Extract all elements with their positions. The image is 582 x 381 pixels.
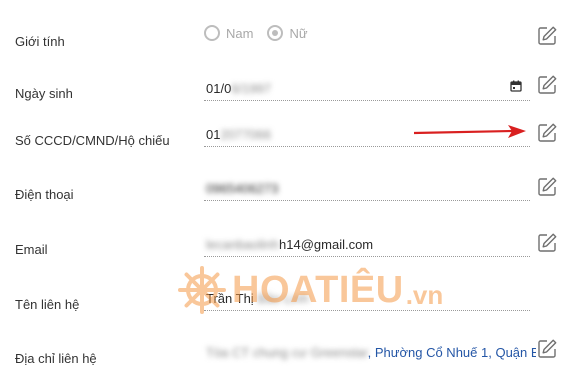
edit-icon xyxy=(538,339,557,358)
birthday-field[interactable]: 01/06/1997 xyxy=(204,78,530,101)
gender-option-male-label: Nam xyxy=(226,25,254,41)
contact-name-field[interactable]: Trần Thị Bảo Linh xyxy=(204,288,530,311)
edit-icon xyxy=(538,26,557,45)
edit-phone-button[interactable] xyxy=(536,176,558,198)
phone-value: 0965406273 xyxy=(206,181,279,196)
contact-address-field[interactable]: Tòa CT chung cư Greenstar, Phường Cổ Nhu… xyxy=(204,342,564,364)
edit-contact-address-button[interactable] xyxy=(536,338,558,360)
birthday-label: Ngày sinh xyxy=(15,86,73,101)
gender-label: Giới tính xyxy=(15,34,65,49)
gender-radio-group: Nam Nữ xyxy=(204,22,322,44)
contact-name-value: Trần Thị Bảo Linh xyxy=(206,291,309,306)
edit-id-number-button[interactable] xyxy=(536,122,558,144)
gender-option-female[interactable]: Nữ xyxy=(267,25,308,41)
contact-address-label: Địa chỉ liên hệ xyxy=(15,351,97,366)
gender-option-male[interactable]: Nam xyxy=(204,25,253,41)
edit-icon xyxy=(538,177,557,196)
contact-address-value: Tòa CT chung cư Greenstar, Phường Cổ Nhu… xyxy=(206,345,540,360)
edit-icon xyxy=(538,123,557,142)
gender-option-female-label: Nữ xyxy=(289,25,308,41)
birthday-value: 01/06/1997 xyxy=(206,81,272,96)
phone-label: Điện thoại xyxy=(15,187,74,202)
radio-male[interactable] xyxy=(204,25,220,41)
radio-female[interactable] xyxy=(267,25,284,41)
edit-icon xyxy=(538,233,557,252)
edit-birthday-button[interactable] xyxy=(536,74,558,96)
red-arrow-pointer-icon xyxy=(413,125,526,138)
phone-field[interactable]: 0965406273 xyxy=(204,178,530,201)
id-number-value: 012077066 xyxy=(206,127,272,142)
email-value: lecanbaolinhh14@gmail.com xyxy=(206,237,374,252)
email-field[interactable]: lecanbaolinhh14@gmail.com xyxy=(204,234,530,257)
calendar-icon[interactable] xyxy=(510,80,522,92)
email-label: Email xyxy=(15,242,48,257)
contact-name-label: Tên liên hệ xyxy=(15,297,80,312)
edit-icon xyxy=(538,75,557,94)
id-number-label: Số CCCD/CMND/Hộ chiếu xyxy=(15,133,170,148)
edit-gender-button[interactable] xyxy=(536,25,558,47)
edit-email-button[interactable] xyxy=(536,232,558,254)
